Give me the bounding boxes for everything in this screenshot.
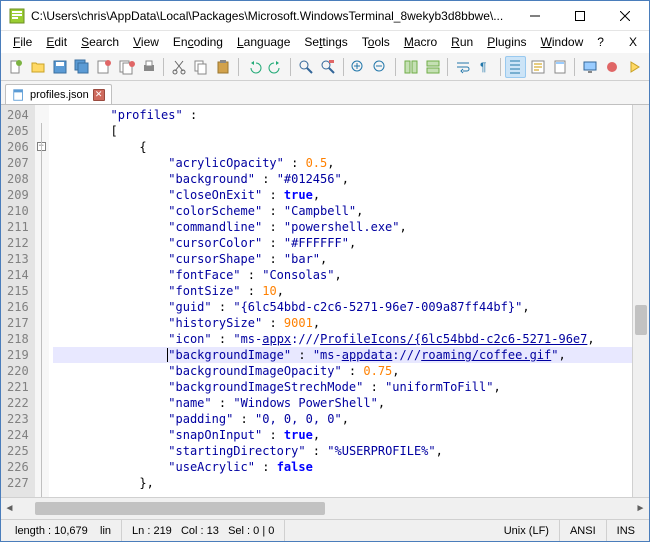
menu-tools[interactable]: Tools bbox=[356, 34, 396, 50]
tab-label: profiles.json bbox=[30, 89, 89, 101]
svg-text:¶: ¶ bbox=[480, 60, 486, 74]
status-length: length : 10,679 lin bbox=[5, 520, 122, 541]
menu-run[interactable]: Run bbox=[445, 34, 479, 50]
new-file-icon[interactable] bbox=[5, 56, 26, 78]
toolbar: ¶ bbox=[1, 53, 649, 81]
find-icon[interactable] bbox=[295, 56, 316, 78]
statusbar: length : 10,679 lin Ln : 219 Col : 13 Se… bbox=[1, 519, 649, 541]
line-number-gutter: 2042052062072082092102112122132142152162… bbox=[1, 105, 35, 497]
app-icon bbox=[9, 8, 25, 24]
replace-icon[interactable] bbox=[318, 56, 339, 78]
tab-active[interactable]: profiles.json ✕ bbox=[5, 84, 112, 104]
status-encoding[interactable]: ANSI bbox=[560, 520, 607, 541]
tab-close-icon[interactable]: ✕ bbox=[93, 89, 105, 101]
zoom-in-icon[interactable] bbox=[348, 56, 369, 78]
menu-encoding[interactable]: Encoding bbox=[167, 34, 229, 50]
copy-icon[interactable] bbox=[191, 56, 212, 78]
menubar: File Edit Search View Encoding Language … bbox=[1, 31, 649, 53]
menu-macro[interactable]: Macro bbox=[398, 34, 443, 50]
close-all-icon[interactable] bbox=[116, 56, 137, 78]
tabbar: profiles.json ✕ bbox=[1, 81, 649, 104]
wordwrap-icon[interactable] bbox=[452, 56, 473, 78]
menu-plugins[interactable]: Plugins bbox=[481, 34, 532, 50]
menu-window[interactable]: Window bbox=[535, 34, 590, 50]
code-area[interactable]: "profiles" : [ { "acrylicOpacity" : 0.5,… bbox=[49, 105, 632, 497]
titlebar: C:\Users\chris\AppData\Local\Packages\Mi… bbox=[1, 1, 649, 31]
status-position: Ln : 219 Col : 13 Sel : 0 | 0 bbox=[122, 520, 285, 541]
close-file-icon[interactable] bbox=[94, 56, 115, 78]
file-icon bbox=[12, 88, 26, 102]
window-title: C:\Users\chris\AppData\Local\Packages\Mi… bbox=[31, 9, 512, 23]
editor[interactable]: 2042052062072082092102112122132142152162… bbox=[1, 104, 649, 497]
monitor-icon[interactable] bbox=[579, 56, 600, 78]
play-icon[interactable] bbox=[624, 56, 645, 78]
show-all-icon[interactable]: ¶ bbox=[475, 56, 496, 78]
redo-icon[interactable] bbox=[265, 56, 286, 78]
zoom-out-icon[interactable] bbox=[370, 56, 391, 78]
undo-icon[interactable] bbox=[243, 56, 264, 78]
maximize-button[interactable] bbox=[557, 1, 602, 30]
horizontal-scrollbar[interactable]: ◄ ► bbox=[1, 497, 649, 519]
menu-close-x[interactable]: X bbox=[623, 34, 643, 50]
open-file-icon[interactable] bbox=[27, 56, 48, 78]
sync-v-icon[interactable] bbox=[400, 56, 421, 78]
menu-file[interactable]: File bbox=[7, 34, 38, 50]
save-icon[interactable] bbox=[49, 56, 70, 78]
status-eol[interactable]: Unix (LF) bbox=[494, 520, 560, 541]
cut-icon[interactable] bbox=[168, 56, 189, 78]
save-all-icon[interactable] bbox=[72, 56, 93, 78]
func-list-icon[interactable] bbox=[527, 56, 548, 78]
menu-view[interactable]: View bbox=[127, 34, 165, 50]
paste-icon[interactable] bbox=[213, 56, 234, 78]
fold-column[interactable]: − bbox=[35, 105, 49, 497]
menu-help[interactable]: ? bbox=[591, 34, 610, 50]
indent-guide-icon[interactable] bbox=[505, 56, 526, 78]
menu-language[interactable]: Language bbox=[231, 34, 296, 50]
status-ins[interactable]: INS bbox=[607, 520, 645, 541]
menu-edit[interactable]: Edit bbox=[40, 34, 73, 50]
menu-search[interactable]: Search bbox=[75, 34, 125, 50]
record-icon[interactable] bbox=[602, 56, 623, 78]
minimize-button[interactable] bbox=[512, 1, 557, 30]
menu-settings[interactable]: Settings bbox=[298, 34, 353, 50]
close-button[interactable] bbox=[602, 1, 647, 30]
sync-h-icon[interactable] bbox=[422, 56, 443, 78]
doc-map-icon[interactable] bbox=[549, 56, 570, 78]
vertical-scrollbar[interactable] bbox=[632, 105, 649, 497]
print-icon[interactable] bbox=[138, 56, 159, 78]
